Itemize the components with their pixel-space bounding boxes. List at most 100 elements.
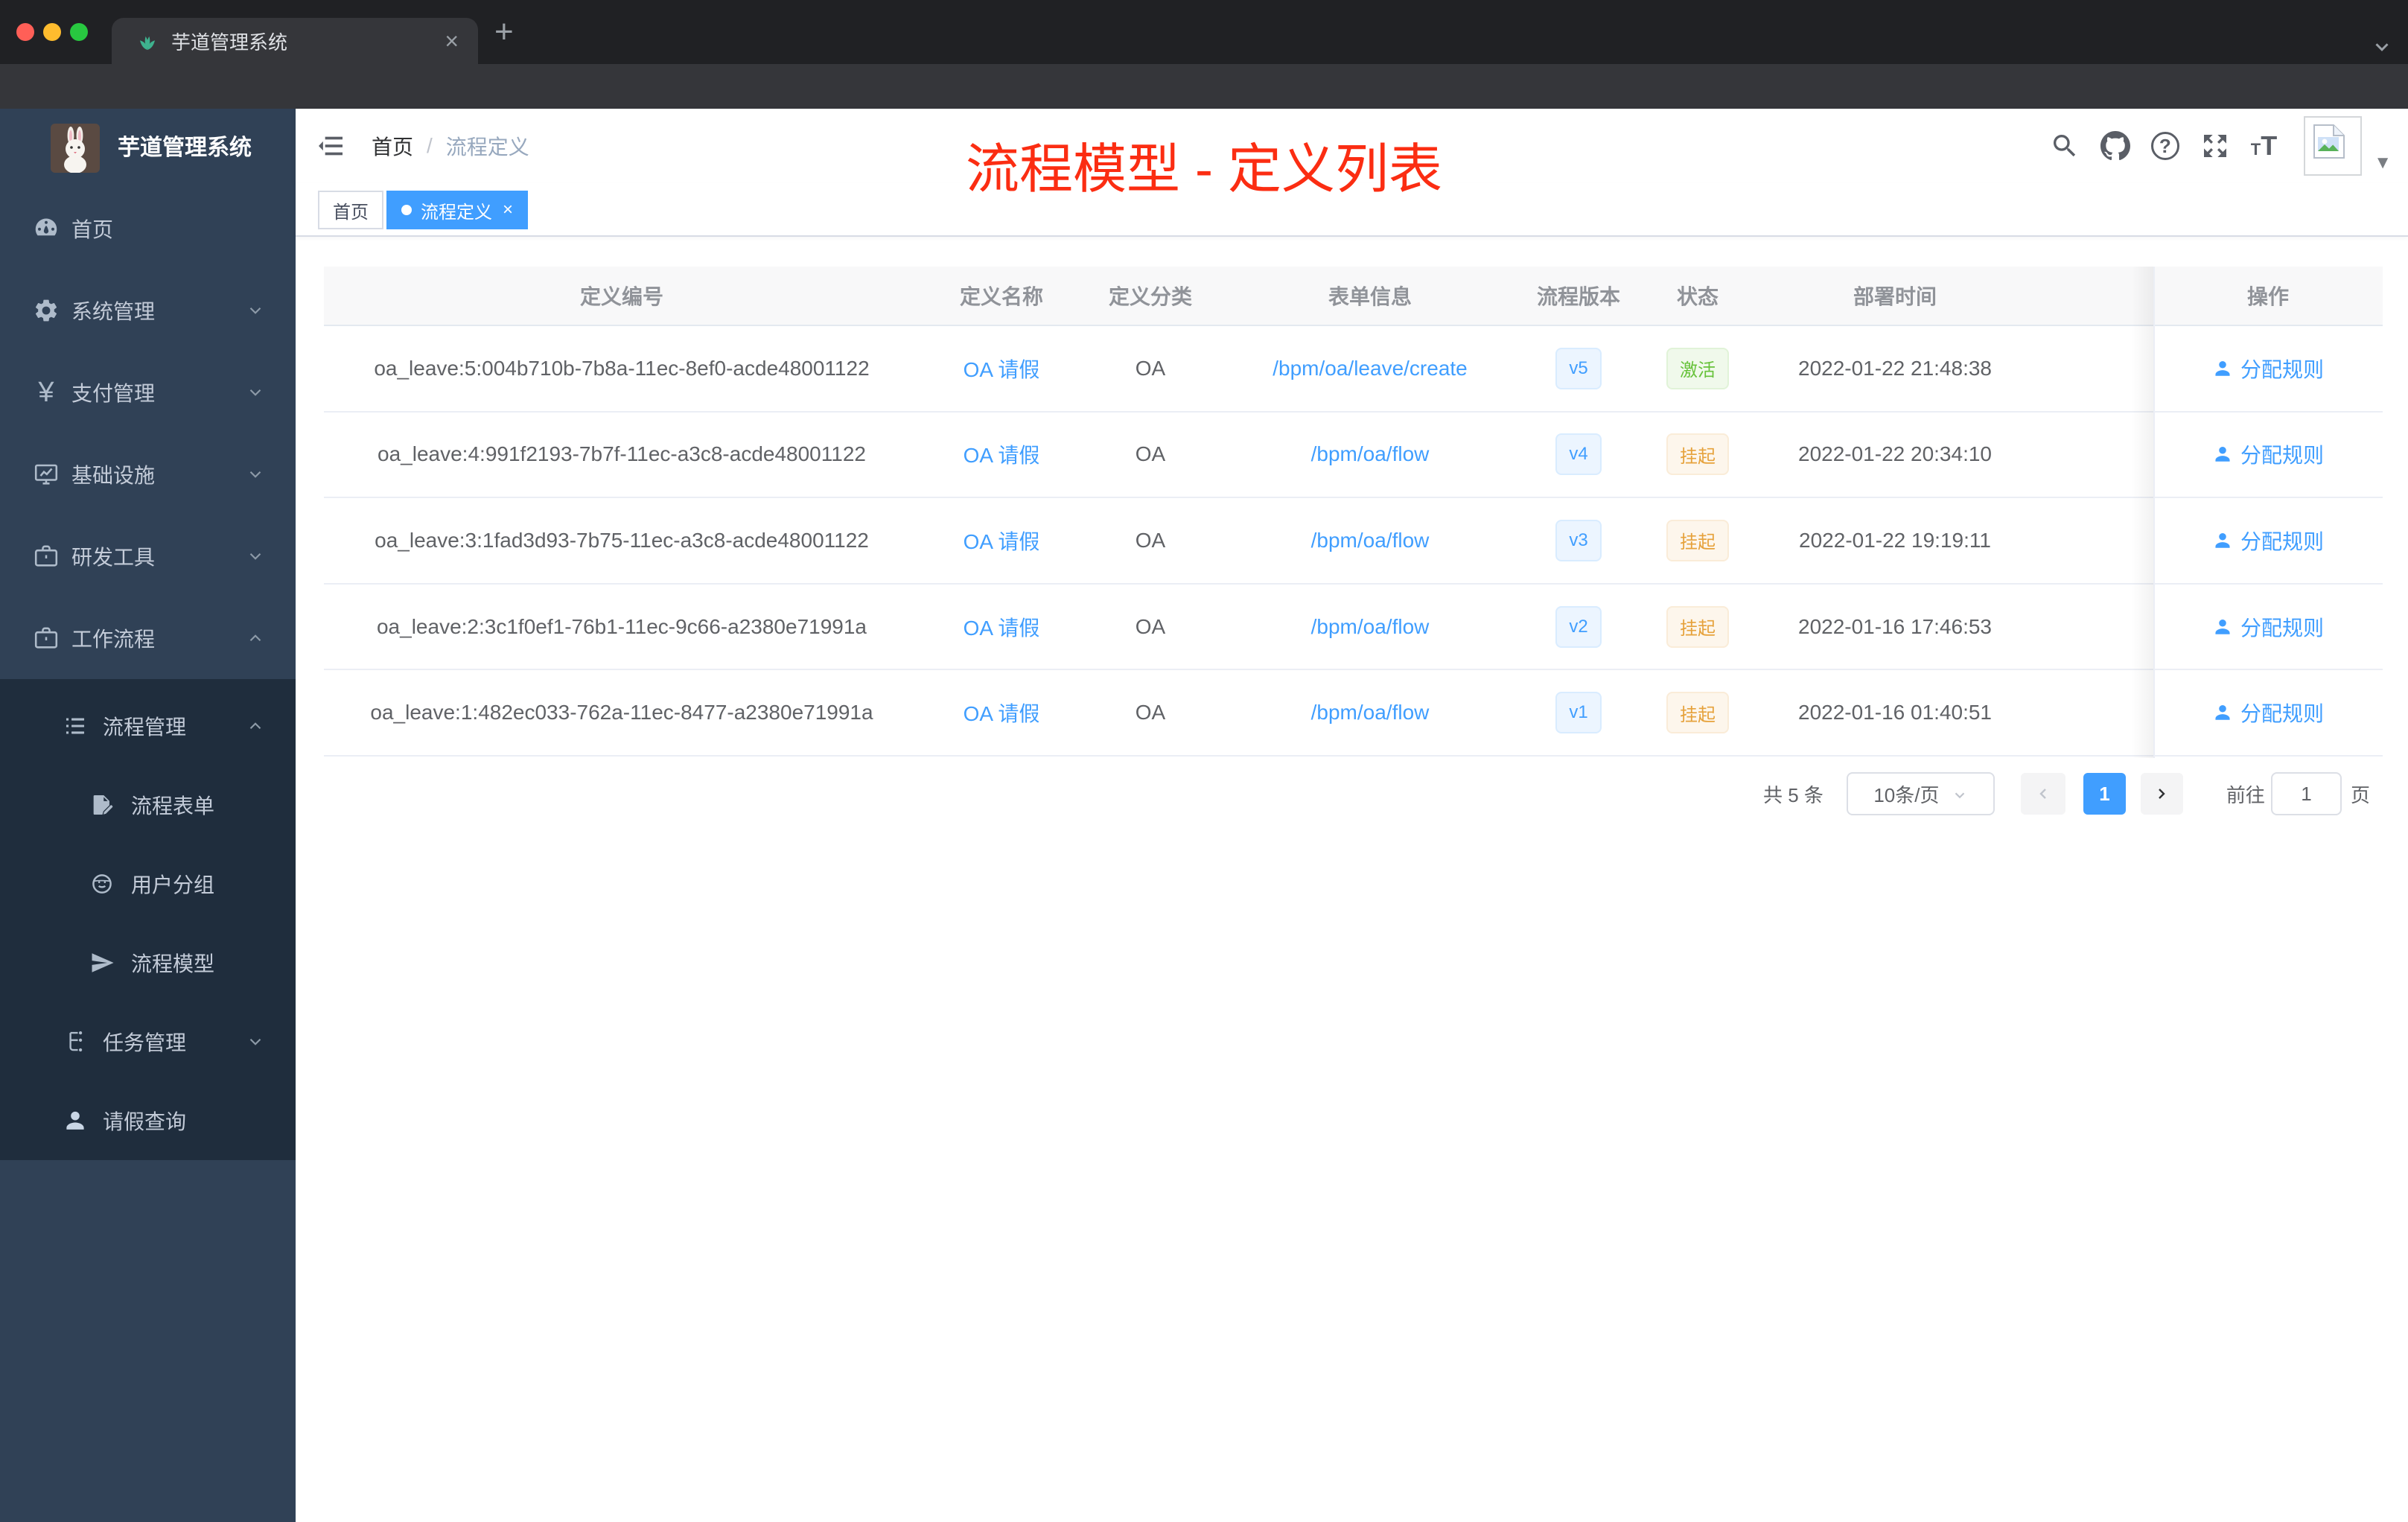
sidebar-item-label: 流程管理 — [103, 716, 187, 739]
sidebar-item-label: 流程模型 — [131, 952, 215, 975]
pagination-total: 共 5 条 — [1763, 783, 1823, 806]
tasks-icon — [63, 1029, 88, 1054]
font-size-icon[interactable]: TT — [2251, 130, 2277, 162]
sidebar-item-user-group[interactable]: 用户分组 — [0, 844, 296, 923]
version-badge: v5 — [1555, 347, 1602, 389]
definition-id: oa_leave:5:004b710b-7b8a-11ec-8ef0-acde4… — [374, 356, 870, 380]
definition-name-link[interactable]: OA 请假 — [963, 612, 1040, 642]
tag-home[interactable]: 首页 — [318, 191, 383, 229]
briefcase-icon — [33, 625, 60, 652]
dashboard-icon — [33, 215, 60, 242]
assign-rule-button[interactable]: 分配规则 — [2212, 698, 2324, 727]
fullscreen-icon[interactable] — [2200, 131, 2230, 161]
deploy-time: 2022-01-22 19:19:11 — [1799, 528, 1991, 552]
plant-favicon-icon — [140, 36, 155, 50]
page-number-1[interactable]: 1 — [2083, 773, 2126, 815]
definition-name-link[interactable]: OA 请假 — [963, 698, 1040, 727]
form-link[interactable]: /bpm/oa/flow — [1311, 615, 1430, 639]
form-link[interactable]: /bpm/oa/flow — [1311, 442, 1430, 466]
sidebar-item-process-form[interactable]: 流程表单 — [0, 765, 296, 844]
browser-tab[interactable]: 芋道管理系统 × — [112, 18, 478, 64]
sidebar-item-process-management[interactable]: 流程管理 — [0, 687, 296, 765]
screen: 芋道管理系统 × + 不安全 dashboard.yudao.iocoder.c… — [0, 0, 2408, 1522]
user-icon — [2215, 619, 2230, 634]
status-badge: 挂起 — [1666, 519, 1729, 561]
breadcrumb-separator: / — [427, 134, 433, 157]
window-close-button[interactable] — [16, 23, 34, 41]
window-zoom-button[interactable] — [70, 23, 88, 41]
sidebar-item-task-management[interactable]: 任务管理 — [0, 1002, 296, 1081]
chevron-up-icon — [246, 628, 265, 648]
help-icon[interactable]: ? — [2150, 132, 2179, 160]
sidebar-item-label: 首页 — [71, 218, 114, 241]
sidebar-item-infrastructure[interactable]: 基础设施 — [0, 433, 296, 515]
tag-close-icon[interactable]: × — [503, 200, 513, 220]
table-row: oa_leave:1:482ec033-762a-11ec-8477-a2380… — [324, 670, 2383, 757]
definition-name-link[interactable]: OA 请假 — [963, 526, 1040, 555]
assign-rule-button[interactable]: 分配规则 — [2212, 354, 2324, 383]
col-definition-id: 定义编号 — [579, 285, 663, 308]
tab-search-chevron-icon[interactable] — [2371, 36, 2393, 58]
caret-down-icon[interactable]: ▼ — [2374, 153, 2392, 173]
version-badge: v1 — [1555, 692, 1602, 734]
deploy-time: 2022-01-16 17:46:53 — [1798, 614, 1992, 638]
status-badge: 挂起 — [1666, 433, 1729, 476]
avatar[interactable] — [2304, 116, 2363, 176]
form-link[interactable]: /bpm/oa/leave/create — [1273, 357, 1468, 380]
sidebar-collapse-icon[interactable] — [316, 131, 346, 161]
assign-rule-button[interactable]: 分配规则 — [2212, 526, 2324, 555]
briefcase-icon — [33, 543, 60, 570]
window-minimize-button[interactable] — [43, 23, 61, 41]
person-icon — [63, 1108, 88, 1133]
deploy-time: 2022-01-22 20:34:10 — [1798, 442, 1992, 466]
form-icon — [89, 792, 115, 818]
annotation-title: 流程模型 - 定义列表 — [966, 140, 1442, 200]
monitor-icon — [33, 461, 60, 488]
sidebar-submenu-workflow: 流程管理 流程表单 用户分组 流程模型 任务管理 请假查询 — [0, 679, 296, 1160]
version-badge: v4 — [1555, 433, 1602, 476]
definition-category: OA — [1135, 442, 1166, 466]
assign-rule-button[interactable]: 分配规则 — [2212, 439, 2324, 469]
goto-label: 前往 — [2226, 783, 2265, 806]
sidebar-item-dev-tools[interactable]: 研发工具 — [0, 515, 296, 597]
breadcrumb: 首页 / 流程定义 — [372, 109, 529, 183]
github-icon[interactable] — [2100, 131, 2130, 161]
sidebar-item-leave-query[interactable]: 请假查询 — [0, 1081, 296, 1160]
assign-rule-button[interactable]: 分配规则 — [2212, 612, 2324, 642]
list-icon — [63, 713, 88, 739]
chevron-right-icon — [2159, 789, 2166, 799]
form-link[interactable]: /bpm/oa/flow — [1311, 529, 1430, 553]
new-tab-button[interactable]: + — [494, 13, 514, 51]
tag-process-definition[interactable]: 流程定义 × — [386, 191, 529, 229]
sidebar-item-system[interactable]: 系统管理 — [0, 270, 296, 351]
deploy-time: 2022-01-22 21:48:38 — [1798, 356, 1992, 380]
user-icon — [2215, 705, 2230, 720]
sidebar-item-process-model[interactable]: 流程模型 — [0, 923, 296, 1002]
sidebar-item-home[interactable]: 首页 — [0, 188, 296, 270]
breadcrumb-home[interactable]: 首页 — [372, 131, 413, 161]
page-size-select[interactable]: 10条/页 — [1846, 772, 1995, 815]
pagination: 共 5 条 10条/页 1 前往 页 — [1763, 771, 2370, 816]
sidebar-item-label: 用户分组 — [131, 873, 215, 897]
prev-page-button[interactable] — [2020, 773, 2065, 815]
definition-id: oa_leave:3:1fad3d93-7b75-11ec-a3c8-acde4… — [375, 528, 869, 552]
sidebar-item-workflow[interactable]: 工作流程 — [0, 597, 296, 679]
search-icon[interactable] — [2050, 131, 2080, 161]
sidebar: 芋道管理系统 首页 系统管理 ¥ 支付管理 基础设施 研发工具 工作流程 流程管… — [0, 109, 296, 1522]
version-badge: v3 — [1555, 519, 1602, 561]
definition-name-link[interactable]: OA 请假 — [963, 354, 1040, 383]
next-page-button[interactable] — [2140, 773, 2183, 815]
form-link[interactable]: /bpm/oa/flow — [1311, 701, 1430, 725]
sidebar-item-payment[interactable]: ¥ 支付管理 — [0, 351, 296, 433]
browser-tab-strip: 芋道管理系统 × + — [0, 0, 2408, 64]
chevron-down-icon — [246, 547, 265, 566]
sidebar-item-label: 系统管理 — [71, 300, 156, 323]
goto-page-input[interactable] — [2270, 772, 2342, 815]
tab-close-icon[interactable]: × — [445, 29, 459, 53]
definition-name-link[interactable]: OA 请假 — [963, 439, 1040, 469]
chevron-down-icon — [246, 1032, 265, 1051]
col-process-version: 流程版本 — [1536, 285, 1620, 308]
version-badge: v2 — [1555, 605, 1602, 648]
definition-id: oa_leave:1:482ec033-762a-11ec-8477-a2380… — [370, 701, 873, 725]
active-tag-dot — [401, 205, 412, 215]
